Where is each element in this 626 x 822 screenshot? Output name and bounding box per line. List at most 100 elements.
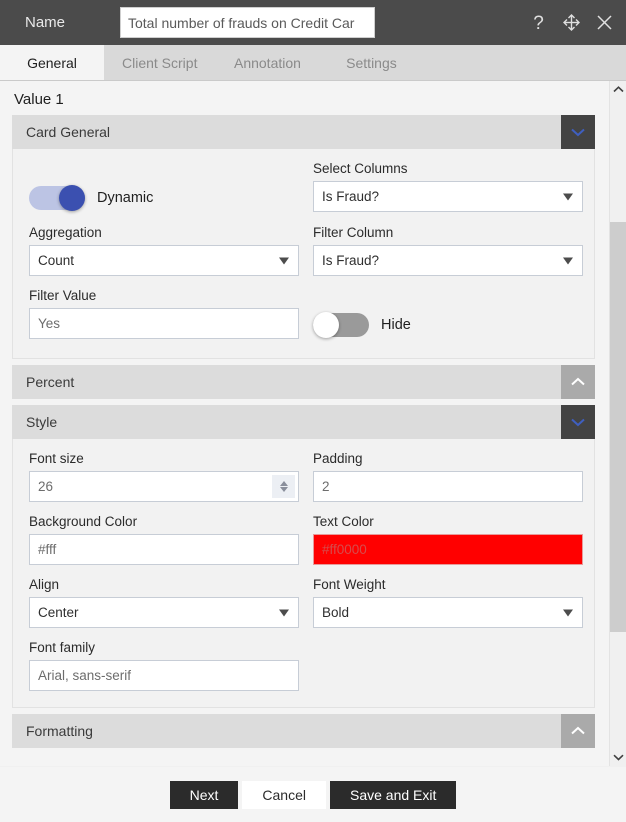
hide-toggle-knob xyxy=(313,311,339,338)
chevron-down-icon xyxy=(279,609,289,616)
dynamic-toggle-row: Dynamic xyxy=(29,182,299,213)
section-style: Style Font size 26 Padding 2 Background … xyxy=(12,405,595,708)
font-size-input[interactable]: 26 xyxy=(29,471,299,502)
field-aggregation: Aggregation Count xyxy=(29,225,299,276)
tab-client-script[interactable]: Client Script xyxy=(104,45,215,80)
move-arrows-icon[interactable] xyxy=(561,12,581,34)
section-style-header[interactable]: Style xyxy=(12,405,595,439)
aggregation-value: Count xyxy=(38,253,75,268)
value-section-title: Value 1 xyxy=(14,91,64,108)
font-size-stepper[interactable] xyxy=(272,475,295,498)
scroll-up-button[interactable] xyxy=(610,81,626,98)
dialog-footer: Next Cancel Save and Exit xyxy=(0,766,626,822)
row-aggregation-filter-column: Aggregation Count Filter Column Is Fraud… xyxy=(29,225,583,276)
scrollbar-thumb[interactable] xyxy=(610,221,626,632)
tab-general[interactable]: General xyxy=(0,45,104,80)
row-dynamic-select-columns: Dynamic Select Columns Is Fraud? xyxy=(29,161,583,213)
help-question-icon[interactable]: ? xyxy=(528,12,548,34)
scroll-down-button[interactable] xyxy=(610,749,626,766)
field-align: Align Center xyxy=(29,577,299,628)
stepper-up-icon[interactable] xyxy=(279,481,288,486)
filter-column-dropdown[interactable]: Is Fraud? xyxy=(313,245,583,276)
padding-label: Padding xyxy=(313,451,363,466)
dialog-body: Value 1 Card General Dynamic Select Colu… xyxy=(0,81,626,766)
font-family-label: Font family xyxy=(29,640,96,655)
chevron-down-icon[interactable] xyxy=(561,115,595,149)
section-formatting-title: Formatting xyxy=(26,723,93,739)
chevron-up-icon[interactable] xyxy=(561,714,595,748)
font-weight-value: Bold xyxy=(322,605,350,620)
section-percent-title: Percent xyxy=(26,374,75,390)
dynamic-toggle[interactable] xyxy=(29,184,85,211)
titlebar-actions: ? xyxy=(528,12,614,34)
next-button[interactable]: Next xyxy=(169,780,239,809)
align-label: Align xyxy=(29,577,60,592)
close-x-icon[interactable] xyxy=(594,12,614,34)
save-and-exit-button[interactable]: Save and Exit xyxy=(330,780,457,809)
font-size-label: Font size xyxy=(29,451,84,466)
dialog-titlebar: Name Total number of frauds on Credit Ca… xyxy=(0,0,626,45)
stepper-down-icon[interactable] xyxy=(279,487,288,492)
card-settings-dialog: Name Total number of frauds on Credit Ca… xyxy=(0,0,626,822)
font-size-value: 26 xyxy=(38,479,54,494)
chevron-up-icon[interactable] xyxy=(561,365,595,399)
chevron-down-icon[interactable] xyxy=(561,405,595,439)
text-color-input[interactable]: #ff0000 xyxy=(313,534,583,565)
name-label: Name xyxy=(25,14,66,31)
tab-annotation[interactable]: Annotation xyxy=(215,45,319,80)
select-columns-dropdown[interactable]: Is Fraud? xyxy=(313,181,583,212)
dynamic-toggle-knob xyxy=(59,184,85,211)
font-family-spacer xyxy=(313,640,583,691)
filter-column-value: Is Fraud? xyxy=(322,253,380,268)
text-color-label: Text Color xyxy=(313,514,374,529)
section-card-general-title: Card General xyxy=(26,124,111,140)
font-family-input[interactable]: Arial, sans-serif xyxy=(29,660,299,691)
field-filter-column: Filter Column Is Fraud? xyxy=(313,225,583,276)
section-formatting: Formatting xyxy=(12,714,595,748)
cancel-button[interactable]: Cancel xyxy=(242,780,326,809)
row-font-size-padding: Font size 26 Padding 2 xyxy=(29,451,583,502)
aggregation-label: Aggregation xyxy=(29,225,102,240)
section-percent-header[interactable]: Percent xyxy=(12,365,595,399)
field-text-color: Text Color #ff0000 xyxy=(313,514,583,565)
scrollbar-track[interactable] xyxy=(610,98,626,749)
select-columns-value: Is Fraud? xyxy=(322,189,380,204)
section-formatting-header[interactable]: Formatting xyxy=(12,714,595,748)
hide-toggle-row: Hide xyxy=(313,309,583,340)
row-background-text-color: Background Color #fff Text Color #ff0000 xyxy=(29,514,583,565)
row-align-font-weight: Align Center Font Weight Bold xyxy=(29,577,583,628)
settings-scroll-content: Value 1 Card General Dynamic Select Colu… xyxy=(0,81,609,766)
section-card-general-body: Dynamic Select Columns Is Fraud? Aggrega… xyxy=(12,149,595,359)
field-dynamic: Dynamic xyxy=(29,161,299,213)
field-font-family: Font family Arial, sans-serif xyxy=(29,640,299,691)
section-card-general-header[interactable]: Card General xyxy=(12,115,595,149)
filter-column-label: Filter Column xyxy=(313,225,394,240)
section-style-body: Font size 26 Padding 2 Background Color … xyxy=(12,439,595,708)
align-value: Center xyxy=(38,605,79,620)
tab-bar: General Client Script Annotation Setting… xyxy=(0,45,626,81)
section-card-general: Card General Dynamic Select Columns Is F… xyxy=(12,115,595,359)
font-weight-dropdown[interactable]: Bold xyxy=(313,597,583,628)
vertical-scrollbar[interactable] xyxy=(609,81,626,766)
background-color-label: Background Color xyxy=(29,514,138,529)
row-filter-value-hide: Filter Value Yes Hide xyxy=(29,288,578,340)
font-weight-label: Font Weight xyxy=(313,577,386,592)
background-color-input[interactable]: #fff xyxy=(29,534,299,565)
field-background-color: Background Color #fff xyxy=(29,514,299,565)
tab-settings[interactable]: Settings xyxy=(319,45,423,80)
name-input[interactable]: Total number of frauds on Credit Car xyxy=(120,7,375,38)
field-hide: Hide xyxy=(313,288,583,340)
filter-value-input[interactable]: Yes xyxy=(29,308,299,339)
chevron-down-icon xyxy=(563,193,573,200)
field-filter-value: Filter Value Yes xyxy=(29,288,299,340)
aggregation-dropdown[interactable]: Count xyxy=(29,245,299,276)
hide-toggle[interactable] xyxy=(313,311,369,338)
select-columns-label: Select Columns xyxy=(313,161,408,176)
field-select-columns: Select Columns Is Fraud? xyxy=(313,161,583,213)
field-padding: Padding 2 xyxy=(313,451,583,502)
hide-toggle-label: Hide xyxy=(381,316,411,333)
align-dropdown[interactable]: Center xyxy=(29,597,299,628)
chevron-down-icon xyxy=(563,257,573,264)
padding-input[interactable]: 2 xyxy=(313,471,583,502)
row-font-family: Font family Arial, sans-serif xyxy=(29,640,578,691)
